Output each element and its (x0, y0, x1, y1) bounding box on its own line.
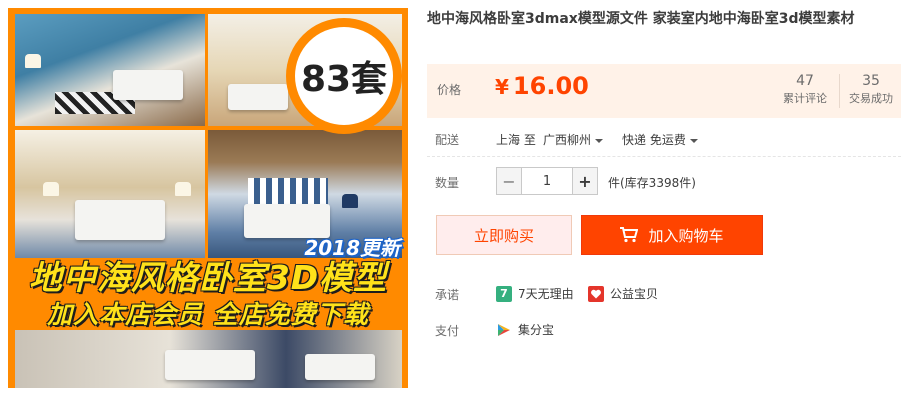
seven-day-icon: 7 (496, 285, 512, 302)
stat-divider (839, 74, 840, 108)
chevron-down-icon (595, 138, 604, 143)
room-photo-3 (15, 130, 205, 258)
quantity-input[interactable] (522, 167, 572, 195)
count-badge: 83套 (286, 18, 402, 134)
sales-count: 35 (862, 73, 880, 89)
buy-now-label: 立即购买 (473, 226, 534, 245)
ship-to-select[interactable]: 广西柳州 (543, 131, 604, 148)
banner-headline: 地中海风格卧室3D模型 (8, 256, 408, 297)
add-to-cart-label: 加入购物车 (648, 226, 724, 245)
quantity-stepper: − + (496, 167, 598, 195)
price-number: 16.00 (512, 72, 589, 100)
promise-charity-text: 公益宝贝 (610, 287, 659, 301)
quantity-increase-button[interactable]: + (572, 167, 598, 195)
reviews-count: 47 (796, 73, 814, 89)
banner-subline-text: 加入本店会员 全店免费下载 (47, 300, 369, 329)
quantity-decrease-button[interactable]: − (496, 167, 522, 195)
sales-stat: 35 交易成功 (841, 72, 901, 108)
payment-jifenbao[interactable]: 集分宝 (496, 321, 554, 338)
stock-text: 件(库存3398件) (608, 176, 696, 190)
room-photo-5 (15, 330, 402, 388)
price-currency: ¥ (495, 75, 509, 99)
add-to-cart-button[interactable]: 加入购物车 (581, 215, 763, 255)
count-badge-text: 83套 (300, 59, 388, 100)
ship-method-select[interactable]: 快递 免运费 (622, 131, 698, 148)
banner-subline: 加入本店会员 全店免费下载 (8, 298, 408, 329)
ship-from: 上海 至 (496, 133, 536, 147)
promise-label: 承诺 (435, 288, 460, 302)
ship-to-value: 广西柳州 (543, 133, 592, 147)
banner-headline-text: 地中海风格卧室3D模型 (28, 258, 388, 297)
room-photo-1 (15, 14, 205, 126)
shipping-label: 配送 (435, 133, 460, 147)
jifenbao-icon (496, 322, 512, 338)
product-title: 地中海风格卧室3dmax模型源文件 家装室内地中海卧室3d模型素材 (427, 11, 855, 27)
reviews-label: 累计评论 (783, 92, 827, 105)
price-label: 价格 (437, 83, 462, 97)
buy-now-button[interactable]: 立即购买 (436, 215, 572, 255)
price-panel: 价格 ¥16.00 47 累计评论 35 交易成功 (427, 64, 901, 118)
quantity-label: 数量 (435, 176, 460, 190)
ship-method-value: 快递 免运费 (622, 133, 686, 147)
cart-icon (620, 227, 639, 243)
sales-label: 交易成功 (849, 92, 893, 105)
promise-7day[interactable]: 7 7天无理由 (496, 285, 574, 302)
product-main-image[interactable]: 83套 2018更新 地中海风格卧室3D模型 加入本店会员 全店免费下载 (8, 8, 408, 388)
price-value: ¥16.00 (495, 72, 589, 100)
promise-7day-text: 7天无理由 (518, 287, 574, 301)
chevron-down-icon (689, 138, 698, 143)
promise-charity[interactable]: 公益宝贝 (588, 285, 658, 302)
section-divider (427, 156, 901, 157)
reviews-stat[interactable]: 47 累计评论 (775, 72, 835, 108)
payment-label: 支付 (435, 324, 460, 338)
payment-jifenbao-text: 集分宝 (518, 323, 555, 337)
charity-icon (588, 285, 604, 302)
